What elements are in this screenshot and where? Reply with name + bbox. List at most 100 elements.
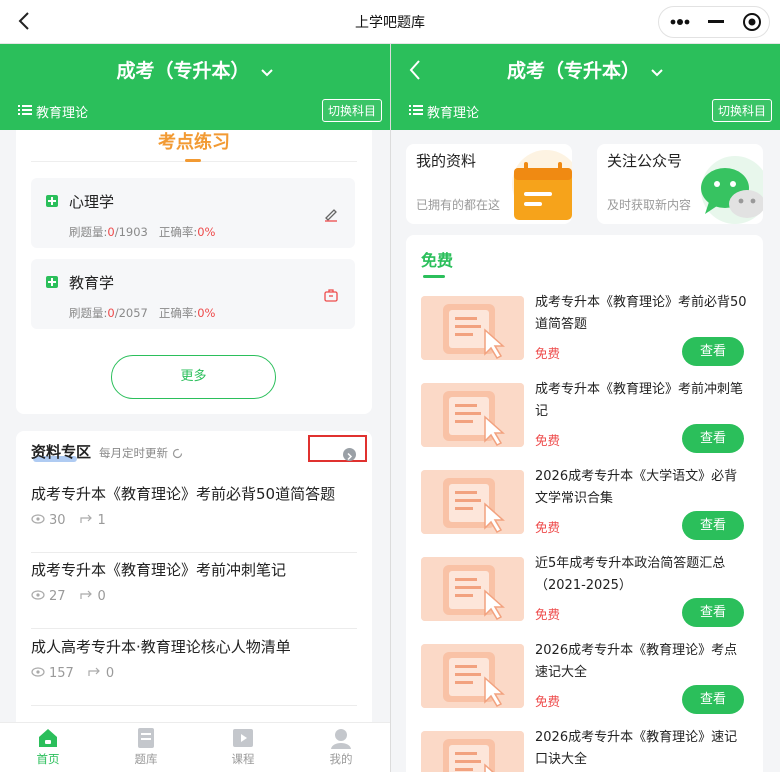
view-button[interactable]: 查看 [682, 511, 744, 540]
materials-pane: 成考（专升本） 教育理论 切换科目 我的资料 已拥有的都在这 关注公众号 及时获… [391, 44, 780, 772]
view-button[interactable]: 查看 [682, 598, 744, 627]
practice-item-stats: 刷题量:0/1903 正确率:0% [69, 225, 216, 239]
tab-home[interactable]: 首页 [18, 727, 78, 767]
chevron-down-icon [260, 61, 274, 83]
eye-icon [31, 666, 49, 681]
switch-subject-button[interactable]: 切换科目 [321, 99, 382, 122]
more-button[interactable]: 更多 [111, 355, 276, 399]
more-dots-icon[interactable] [661, 7, 698, 37]
capsule-menu [658, 6, 770, 38]
document-thumbnail [421, 383, 524, 447]
materials-title: 资料专区 [31, 443, 92, 461]
free-item[interactable]: 成考专升本《教育理论》考前必背50道简答题 免费 查看 [421, 295, 751, 366]
free-item[interactable]: 2026成考专升本《教育理论》考点速记大全 免费 查看 [421, 643, 751, 714]
chevron-down-icon [650, 61, 664, 83]
practice-item-name: 心理学 [69, 193, 115, 211]
item-title: 2026成考专升本《教育理论》考点速记大全 [535, 643, 738, 680]
share-count: 1 [79, 512, 106, 528]
close-target-icon[interactable] [733, 7, 770, 37]
minimize-icon[interactable] [697, 7, 734, 37]
free-item[interactable]: 近5年成考专升本政治简答题汇总（2021-2025） 免费 查看 [421, 556, 751, 627]
eye-icon [31, 589, 49, 604]
wechat-icon [695, 152, 763, 224]
tab-profile[interactable]: 我的 [311, 727, 371, 767]
follow-account-card[interactable]: 关注公众号 及时获取新内容 [597, 144, 763, 224]
price-label: 免费 [535, 346, 561, 361]
divider [31, 705, 357, 706]
tab-label: 课程 [231, 752, 255, 766]
article-title: 成考专升本《教育理论》考前冲刺笔记 [31, 561, 287, 579]
view-count: 157 [31, 666, 74, 681]
list-icon [409, 104, 423, 120]
eye-icon [31, 513, 49, 528]
free-section: 免费 成考专升本《教育理论》考前必背50道简答题 免费 查看 成考专升本《教育理… [406, 235, 763, 772]
article-item[interactable]: 成人高考专升本·教育理论核心人物清单 157 0 [31, 636, 357, 706]
tab-question-bank[interactable]: 题库 [116, 727, 176, 767]
tab-course[interactable]: 课程 [213, 727, 273, 767]
exam-header: 成考（专升本） 教育理论 切换科目 [391, 44, 780, 130]
edit-icon[interactable] [323, 206, 339, 222]
price-label: 免费 [535, 520, 561, 535]
exam-name: 成考（专升本） [506, 60, 640, 82]
document-thumbnail [421, 296, 524, 360]
item-title: 成考专升本《教育理论》考前冲刺笔记 [535, 382, 744, 419]
arrow-right-icon[interactable] [343, 448, 356, 461]
view-button[interactable]: 查看 [682, 424, 744, 453]
view-button[interactable]: 查看 [682, 685, 744, 714]
divider [31, 552, 357, 553]
practice-item-name: 教育学 [69, 274, 115, 292]
exam-selector[interactable]: 成考（专升本） [0, 56, 390, 83]
subject-label: 教育理论 [18, 102, 88, 121]
price-label: 免费 [535, 607, 561, 622]
switch-subject-button[interactable]: 切换科目 [711, 99, 772, 122]
profile-icon [330, 727, 352, 749]
article-item[interactable]: 成考专升本《教育理论》考前必背50道简答题 30 1 [31, 483, 357, 553]
highlight-box [308, 435, 367, 462]
divider [31, 628, 357, 629]
document-thumbnail [421, 644, 524, 708]
document-thumbnail [421, 557, 524, 621]
tab-label: 题库 [134, 752, 158, 766]
subject-label: 教育理论 [409, 102, 479, 121]
card-title: 关注公众号 [607, 152, 683, 170]
exam-header: 成考（专升本） 教育理论 切换科目 [0, 44, 390, 130]
refresh-icon [172, 446, 183, 460]
price-label: 免费 [535, 433, 561, 448]
free-item[interactable]: 2026成考专升本《教育理论》速记口诀大全 免费 查看 [421, 730, 751, 772]
view-button[interactable]: 查看 [682, 337, 744, 366]
practice-item[interactable]: 心理学 刷题量:0/1903 正确率:0% [31, 178, 355, 248]
expand-plus-icon[interactable] [46, 195, 58, 207]
exam-selector[interactable]: 成考（专升本） [391, 56, 780, 83]
document-thumbnail [421, 731, 524, 772]
subject-name: 教育理论 [36, 106, 89, 121]
subject-name: 教育理论 [427, 106, 480, 121]
card-desc: 及时获取新内容 [607, 198, 692, 212]
my-materials-card[interactable]: 我的资料 已拥有的都在这 [406, 144, 572, 224]
price-label: 免费 [535, 694, 561, 709]
item-title: 2026成考专升本《教育理论》速记口诀大全 [535, 730, 738, 767]
item-title: 2026成考专升本《大学语文》必背文学常识合集 [535, 469, 738, 506]
item-title: 近5年成考专升本政治简答题汇总（2021-2025） [535, 556, 726, 593]
practice-card: 考点练习 心理学 刷题量:0/1903 正确率:0% 教育学 刷题量:0/205… [16, 130, 372, 414]
materials-card: 资料专区 每月定时更新 成考专升本《教育理论》考前必背50道简答题 30 1 成考… [16, 431, 372, 731]
bag-icon[interactable] [323, 287, 339, 303]
home-icon [37, 727, 59, 749]
practice-item-stats: 刷题量:0/2057 正确率:0% [69, 306, 216, 320]
course-icon [232, 727, 254, 749]
free-title: 免费 [421, 251, 454, 270]
article-title: 成人高考专升本·教育理论核心人物清单 [31, 638, 291, 656]
free-item[interactable]: 2026成考专升本《大学语文》必背文学常识合集 免费 查看 [421, 469, 751, 540]
practice-item[interactable]: 教育学 刷题量:0/2057 正确率:0% [31, 259, 355, 329]
free-item[interactable]: 成考专升本《教育理论》考前冲刺笔记 免费 查看 [421, 382, 751, 453]
bottom-tab-bar: 首页 题库 课程 我的 [0, 722, 390, 772]
article-title: 成考专升本《教育理论》考前必背50道简答题 [31, 485, 336, 503]
expand-plus-icon[interactable] [46, 276, 58, 288]
tab-label: 我的 [329, 752, 353, 766]
materials-subtitle: 每月定时更新 [99, 445, 183, 461]
article-item[interactable]: 成考专升本《教育理论》考前冲刺笔记 27 0 [31, 559, 357, 629]
share-icon [79, 512, 98, 528]
question-bank-icon [135, 727, 157, 749]
share-count: 0 [88, 665, 114, 681]
view-count: 30 [31, 513, 66, 528]
share-count: 0 [79, 588, 106, 604]
